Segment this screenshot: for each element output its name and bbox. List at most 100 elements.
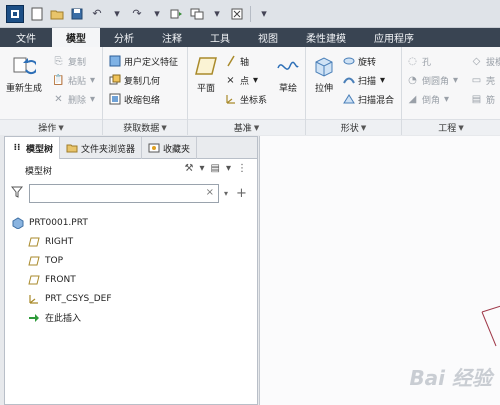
tree-node-insert-here[interactable]: 在此插入 [5, 308, 257, 327]
csys-icon [224, 93, 237, 106]
open-folder-icon[interactable] [50, 7, 64, 21]
add-icon[interactable]: + [236, 186, 247, 201]
chamfer-icon: ◢ [408, 93, 417, 105]
round-button[interactable]: ◔ 倒圆角 ▾ [406, 72, 465, 88]
copy-icon: ⎘ [54, 55, 63, 67]
hole-icon: ◌ [408, 55, 417, 67]
copy-button[interactable]: ⎘ 复制 [52, 53, 87, 69]
paste-button[interactable]: 📋 粘贴 ▾ [52, 72, 102, 88]
extrude-icon [311, 53, 337, 79]
udf-icon [108, 55, 121, 68]
regenerate-icon[interactable] [170, 7, 184, 21]
regenerate-button[interactable]: 重新生成 [4, 53, 44, 94]
extrude-button[interactable]: 拉伸 [310, 53, 338, 94]
clear-icon[interactable]: × [206, 187, 214, 198]
tree-node-top[interactable]: TOP [5, 251, 257, 270]
chevron-down-icon[interactable]: ▾ [150, 7, 164, 21]
delete-button[interactable]: ✕ 删除 ▾ [52, 91, 102, 107]
draft-button[interactable]: ◇ 拔模 [470, 53, 500, 69]
navigator-tabs: ⁝⁝ 模型树 文件夹浏览器 收藏夹 [5, 137, 257, 159]
shrinkwrap-button[interactable]: 收缩包络 [108, 91, 160, 107]
revolve-icon [342, 55, 355, 68]
tab-analysis[interactable]: 分析 [100, 28, 148, 47]
new-file-icon[interactable] [30, 7, 44, 21]
chevron-down-icon[interactable]: ▾ [110, 7, 124, 21]
tree-columns-icon[interactable]: ⋮ [237, 163, 247, 174]
show-icon[interactable]: ▤ [211, 163, 220, 174]
round-label: 倒圆角 [422, 76, 450, 87]
group-label-datum[interactable]: 基准 ▼ [188, 119, 305, 135]
customize-icon[interactable]: ▾ [257, 7, 271, 21]
group-label-get-data[interactable]: 获取数据 ▼ [103, 119, 187, 135]
shrinkwrap-icon [108, 93, 121, 106]
graphics-window[interactable]: Bai 经验 [259, 136, 500, 405]
shell-label: 壳 [486, 76, 496, 87]
revolve-label: 旋转 [358, 57, 377, 68]
udf-button[interactable]: 用户定义特征 [108, 53, 178, 69]
tab-flexible-modeling[interactable]: 柔性建模 [292, 28, 360, 47]
copy-geometry-button[interactable]: 复制几何 [108, 72, 160, 88]
chamfer-button[interactable]: ◢ 倒角 ▾ [406, 91, 456, 107]
rib-label: 筋 [486, 95, 496, 106]
extrude-label: 拉伸 [314, 84, 333, 94]
tree-settings-icon[interactable]: ⚒ [185, 163, 194, 174]
point-button[interactable]: × 点 ▾ [224, 72, 265, 88]
tab-applications[interactable]: 应用程序 [360, 28, 428, 47]
draft-icon: ◇ [472, 55, 481, 67]
ribbon-tabs: 文件 模型 分析 注释 工具 视图 柔性建模 应用程序 [0, 28, 500, 47]
regenerate-icon [11, 53, 37, 79]
csys-button[interactable]: 坐标系 [224, 91, 267, 107]
tab-file[interactable]: 文件 [0, 28, 52, 47]
shell-button[interactable]: ▭ 壳 [470, 72, 495, 88]
tab-annotate[interactable]: 注释 [148, 28, 196, 47]
model-tree-title: 模型树 [25, 166, 53, 177]
tree-node-csys[interactable]: PRT_CSYS_DEF [5, 289, 257, 308]
hole-button[interactable]: ◌ 孔 [406, 53, 431, 69]
chevron-down-icon[interactable]: ▾ [226, 163, 231, 174]
sketch-button[interactable]: 草绘 [274, 53, 302, 94]
tab-model[interactable]: 模型 [52, 28, 100, 47]
point-label: 点 [240, 76, 250, 87]
swept-blend-icon [342, 93, 355, 106]
sweep-button[interactable]: 扫描 ▾ [342, 72, 392, 88]
filter-icon[interactable] [10, 186, 24, 201]
model-tree-tools: ⚒ ▾ ▤ ▾ ⋮ [185, 163, 247, 174]
app-icon[interactable] [6, 4, 24, 23]
shrinkwrap-label: 收缩包络 [124, 95, 161, 106]
tab-model-tree[interactable]: ⁝⁝ 模型树 [5, 137, 61, 159]
chevron-down-icon: ▾ [90, 74, 96, 86]
close-window-icon[interactable] [230, 7, 244, 21]
filter-row: × ▾ + [5, 181, 257, 205]
group-label-shapes[interactable]: 形状 ▼ [306, 119, 401, 135]
search-input[interactable]: × [29, 183, 219, 203]
ribbon: 重新生成 ⎘ 复制 📋 粘贴 ▾ ✕ 删除 ▾ 操作▼ 用户定义特征 复制几何 [0, 47, 500, 135]
chevron-down-icon[interactable]: ▾ [224, 189, 228, 198]
draft-label: 拔模 [486, 57, 500, 68]
tab-favorites[interactable]: 收藏夹 [142, 137, 198, 159]
chevron-down-icon: ▾ [90, 93, 96, 105]
axis-button[interactable]: 轴 [224, 53, 249, 69]
plane-button[interactable]: 平面 [192, 53, 220, 94]
chevron-down-icon: ▾ [253, 74, 259, 86]
rib-button[interactable]: ▤ 筋 [470, 91, 495, 107]
group-label-operations[interactable]: 操作 ▼ [0, 119, 102, 135]
chevron-down-icon[interactable]: ▾ [210, 7, 224, 21]
tree-node-right[interactable]: RIGHT [5, 232, 257, 251]
point-icon: × [226, 74, 235, 86]
save-icon[interactable] [70, 7, 84, 21]
revolve-button[interactable]: 旋转 [342, 53, 376, 69]
tab-view[interactable]: 视图 [244, 28, 292, 47]
copy-geometry-label: 复制几何 [124, 76, 161, 87]
swept-blend-button[interactable]: 扫描混合 [342, 91, 394, 107]
copy-geometry-icon [108, 74, 121, 87]
tab-tools[interactable]: 工具 [196, 28, 244, 47]
insert-arrow-icon [27, 312, 41, 324]
undo-icon[interactable]: ↶ [90, 7, 104, 21]
redo-icon[interactable]: ↷ [130, 7, 144, 21]
windows-icon[interactable] [190, 7, 204, 21]
tree-node-front[interactable]: FRONT [5, 270, 257, 289]
chevron-down-icon[interactable]: ▾ [199, 163, 204, 174]
tree-node-part[interactable]: PRT0001.PRT [5, 213, 257, 232]
group-label-engineering[interactable]: 工程 ▼ [402, 119, 500, 135]
tab-folder-browser[interactable]: 文件夹浏览器 [60, 137, 143, 159]
